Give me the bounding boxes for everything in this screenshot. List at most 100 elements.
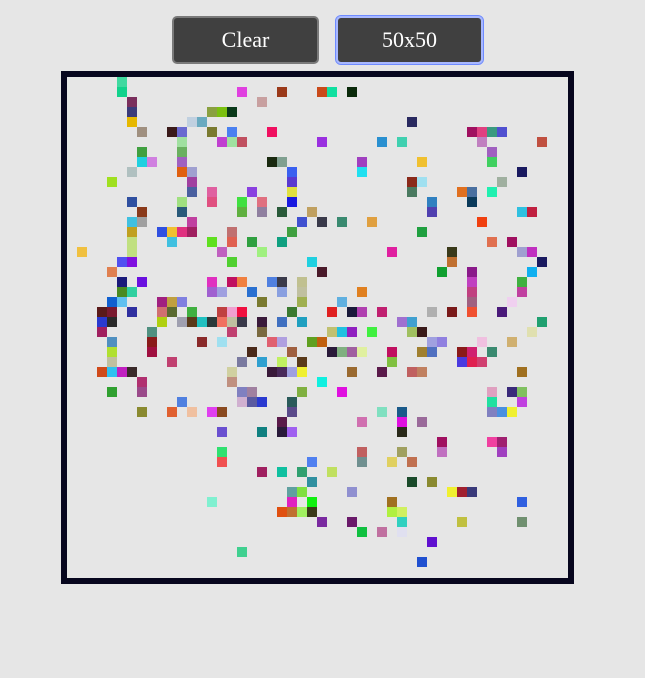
painted-cell[interactable] xyxy=(517,497,527,507)
painted-cell[interactable] xyxy=(427,537,437,547)
painted-cell[interactable] xyxy=(187,317,197,327)
painted-cell[interactable] xyxy=(487,187,497,197)
painted-cell[interactable] xyxy=(137,157,147,167)
painted-cell[interactable] xyxy=(257,97,267,107)
painted-cell[interactable] xyxy=(517,277,527,287)
painted-cell[interactable] xyxy=(107,347,117,357)
painted-cell[interactable] xyxy=(457,187,467,197)
painted-cell[interactable] xyxy=(397,517,407,527)
painted-cell[interactable] xyxy=(217,427,227,437)
painted-cell[interactable] xyxy=(127,227,137,237)
painted-cell[interactable] xyxy=(177,127,187,137)
painted-cell[interactable] xyxy=(407,117,417,127)
painted-cell[interactable] xyxy=(357,457,367,467)
painted-cell[interactable] xyxy=(257,317,267,327)
painted-cell[interactable] xyxy=(487,407,497,417)
painted-cell[interactable] xyxy=(187,117,197,127)
painted-cell[interactable] xyxy=(237,307,247,317)
painted-cell[interactable] xyxy=(147,347,157,357)
painted-cell[interactable] xyxy=(287,187,297,197)
painted-cell[interactable] xyxy=(387,507,397,517)
painted-cell[interactable] xyxy=(227,127,237,137)
painted-cell[interactable] xyxy=(437,437,447,447)
painted-cell[interactable] xyxy=(307,207,317,217)
painted-cell[interactable] xyxy=(297,317,307,327)
painted-cell[interactable] xyxy=(167,127,177,137)
painted-cell[interactable] xyxy=(387,347,397,357)
painted-cell[interactable] xyxy=(177,297,187,307)
painted-cell[interactable] xyxy=(427,197,437,207)
painted-cell[interactable] xyxy=(217,247,227,257)
clear-button[interactable]: Clear xyxy=(172,16,319,64)
painted-cell[interactable] xyxy=(487,127,497,137)
painted-cell[interactable] xyxy=(147,327,157,337)
painted-cell[interactable] xyxy=(487,237,497,247)
painted-cell[interactable] xyxy=(297,297,307,307)
painted-cell[interactable] xyxy=(237,387,247,397)
painted-cell[interactable] xyxy=(467,487,477,497)
painted-cell[interactable] xyxy=(377,407,387,417)
painted-cell[interactable] xyxy=(287,367,297,377)
pixel-grid[interactable] xyxy=(67,77,568,578)
grid-size-button[interactable]: 50x50 xyxy=(335,15,484,65)
painted-cell[interactable] xyxy=(397,407,407,417)
painted-cell[interactable] xyxy=(177,207,187,217)
painted-cell[interactable] xyxy=(127,257,137,267)
painted-cell[interactable] xyxy=(207,127,217,137)
painted-cell[interactable] xyxy=(117,277,127,287)
painted-cell[interactable] xyxy=(327,307,337,317)
painted-cell[interactable] xyxy=(277,237,287,247)
painted-cell[interactable] xyxy=(247,387,257,397)
painted-cell[interactable] xyxy=(467,187,477,197)
painted-cell[interactable] xyxy=(517,367,527,377)
painted-cell[interactable] xyxy=(517,397,527,407)
painted-cell[interactable] xyxy=(297,367,307,377)
painted-cell[interactable] xyxy=(347,87,357,97)
painted-cell[interactable] xyxy=(397,137,407,147)
painted-cell[interactable] xyxy=(227,377,237,387)
painted-cell[interactable] xyxy=(447,487,457,497)
painted-cell[interactable] xyxy=(307,257,317,267)
painted-cell[interactable] xyxy=(277,207,287,217)
painted-cell[interactable] xyxy=(207,107,217,117)
painted-cell[interactable] xyxy=(297,467,307,477)
painted-cell[interactable] xyxy=(327,467,337,477)
painted-cell[interactable] xyxy=(267,367,277,377)
painted-cell[interactable] xyxy=(227,317,237,327)
painted-cell[interactable] xyxy=(187,177,197,187)
painted-cell[interactable] xyxy=(237,277,247,287)
painted-cell[interactable] xyxy=(397,417,407,427)
painted-cell[interactable] xyxy=(277,467,287,477)
painted-cell[interactable] xyxy=(217,447,227,457)
painted-cell[interactable] xyxy=(307,507,317,517)
painted-cell[interactable] xyxy=(207,277,217,287)
painted-cell[interactable] xyxy=(477,217,487,227)
painted-cell[interactable] xyxy=(257,467,267,477)
painted-cell[interactable] xyxy=(397,447,407,457)
painted-cell[interactable] xyxy=(507,337,517,347)
painted-cell[interactable] xyxy=(377,307,387,317)
painted-cell[interactable] xyxy=(347,367,357,377)
painted-cell[interactable] xyxy=(217,407,227,417)
painted-cell[interactable] xyxy=(217,457,227,467)
painted-cell[interactable] xyxy=(287,227,297,237)
painted-cell[interactable] xyxy=(227,237,237,247)
painted-cell[interactable] xyxy=(147,157,157,167)
painted-cell[interactable] xyxy=(137,217,147,227)
painted-cell[interactable] xyxy=(297,277,307,287)
painted-cell[interactable] xyxy=(497,447,507,457)
painted-cell[interactable] xyxy=(167,297,177,307)
painted-cell[interactable] xyxy=(297,357,307,367)
painted-cell[interactable] xyxy=(417,347,427,357)
painted-cell[interactable] xyxy=(247,187,257,197)
painted-cell[interactable] xyxy=(127,117,137,127)
painted-cell[interactable] xyxy=(417,367,427,377)
painted-cell[interactable] xyxy=(117,77,127,87)
painted-cell[interactable] xyxy=(507,297,517,307)
painted-cell[interactable] xyxy=(497,177,507,187)
painted-cell[interactable] xyxy=(517,167,527,177)
painted-cell[interactable] xyxy=(137,387,147,397)
painted-cell[interactable] xyxy=(227,327,237,337)
painted-cell[interactable] xyxy=(317,267,327,277)
painted-cell[interactable] xyxy=(417,327,427,337)
